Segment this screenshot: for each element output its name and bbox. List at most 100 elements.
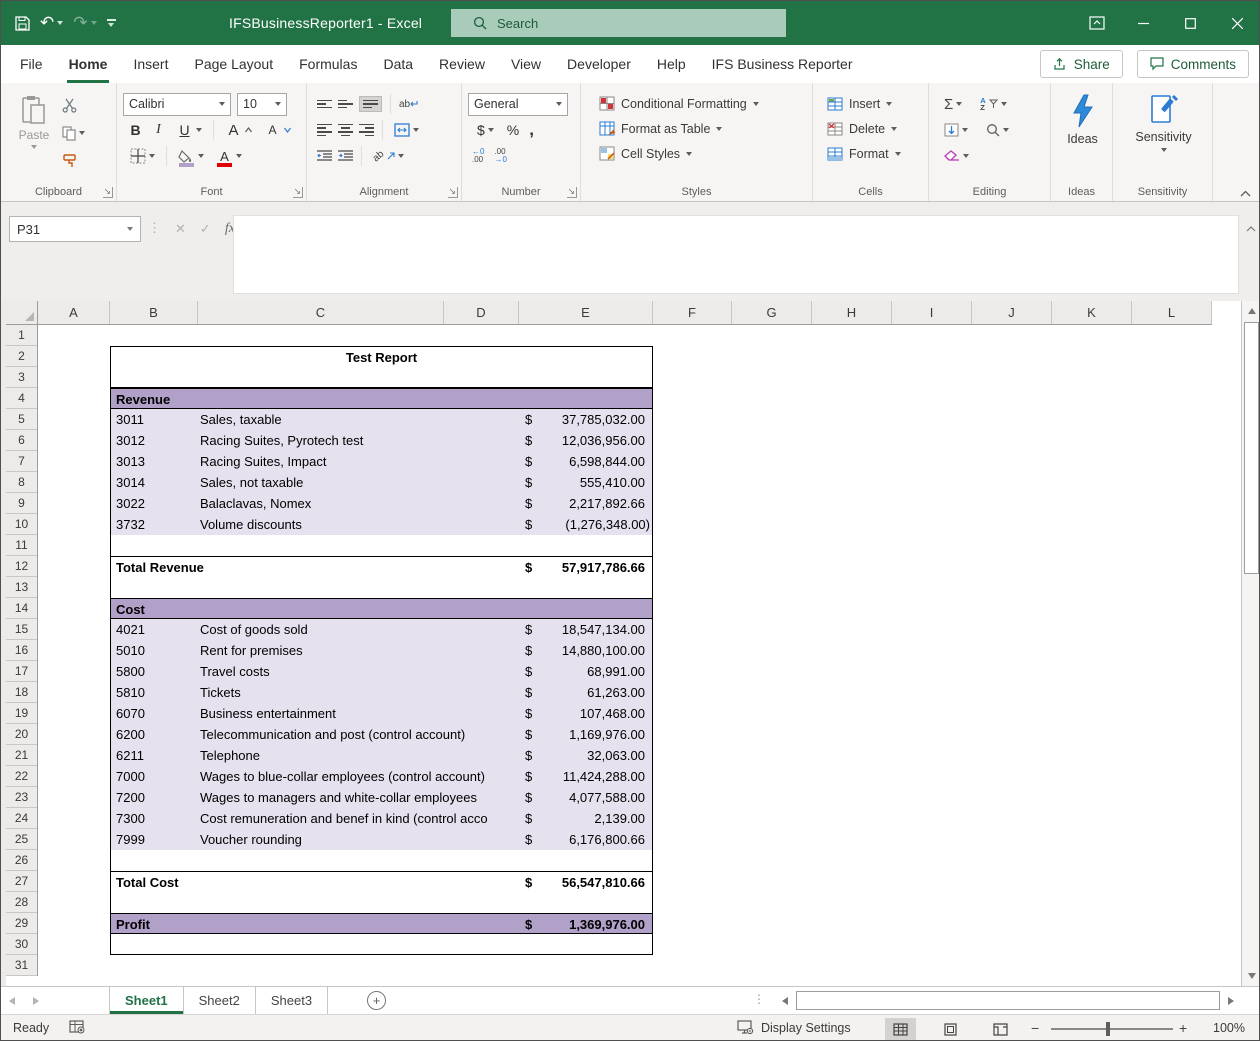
currency-cell[interactable]: $: [525, 433, 532, 448]
amount-cell[interactable]: 2,139.00: [594, 811, 645, 826]
font-color-button[interactable]: A: [213, 144, 245, 168]
merge-center-button[interactable]: [391, 118, 422, 142]
format-as-table-button[interactable]: Format as Table: [595, 116, 808, 141]
currency-cell[interactable]: $: [525, 475, 532, 490]
currency-cell[interactable]: $: [525, 917, 532, 932]
vertical-scrollbar-thumb[interactable]: [1244, 322, 1259, 574]
accounting-format-button[interactable]: $: [474, 118, 497, 142]
account-code-cell[interactable]: 5010: [116, 643, 145, 658]
account-desc-cell[interactable]: Racing Suites, Pyrotech test: [200, 433, 514, 448]
next-sheet-icon[interactable]: [33, 997, 39, 1005]
cost-row[interactable]: 7999 Voucher rounding $6,176,800.66: [110, 829, 653, 850]
undo-button[interactable]: ↶: [40, 13, 63, 33]
row-header-7[interactable]: 7: [6, 451, 37, 472]
alignment-dialog-launcher-icon[interactable]: ↘: [448, 187, 458, 198]
save-icon[interactable]: [15, 16, 30, 31]
row-header-20[interactable]: 20: [6, 724, 37, 745]
select-all-button[interactable]: [6, 301, 38, 325]
currency-cell[interactable]: $: [525, 875, 532, 890]
scroll-left-icon[interactable]: [775, 990, 795, 1011]
row-header-13[interactable]: 13: [6, 577, 37, 598]
share-button[interactable]: Share: [1040, 50, 1123, 78]
row-header-25[interactable]: 25: [6, 829, 37, 850]
account-desc-cell[interactable]: Tickets: [200, 685, 514, 700]
row-header-5[interactable]: 5: [6, 409, 37, 430]
account-desc-cell[interactable]: Wages to blue-collar employees (control …: [200, 769, 514, 784]
account-desc-cell[interactable]: Sales, taxable: [200, 412, 514, 427]
ribbon-tab-page-layout[interactable]: Page Layout: [181, 45, 286, 83]
cost-row[interactable]: 7200Wages to managers and white-collar e…: [110, 787, 653, 808]
comma-style-button[interactable]: ,: [529, 120, 534, 140]
horizontal-scrollbar-thumb[interactable]: [796, 991, 1220, 1010]
account-code-cell[interactable]: 3732: [116, 517, 145, 532]
account-code-cell[interactable]: 3022: [116, 496, 145, 511]
account-code-cell[interactable]: 6070: [116, 706, 145, 721]
clear-button[interactable]: [941, 144, 972, 168]
row-header-17[interactable]: 17: [6, 661, 37, 682]
scroll-down-icon[interactable]: [1242, 966, 1260, 986]
ribbon-tab-ifs-business-reporter[interactable]: IFS Business Reporter: [699, 45, 866, 83]
amount-cell[interactable]: 1,369,976.00: [569, 917, 645, 932]
search-box[interactable]: Search: [451, 9, 786, 37]
column-header-D[interactable]: D: [444, 301, 519, 324]
account-code-cell[interactable]: 7000: [116, 769, 145, 784]
column-header-J[interactable]: J: [972, 301, 1052, 324]
amount-cell[interactable]: 18,547,134.00: [562, 622, 645, 637]
orientation-button[interactable]: ab: [370, 144, 407, 168]
row-header-30[interactable]: 30: [6, 934, 37, 955]
account-desc-cell[interactable]: Telephone: [200, 748, 514, 763]
redo-dropdown-icon[interactable]: [91, 21, 97, 25]
paste-button[interactable]: Paste: [11, 91, 57, 183]
revenue-row[interactable]: 3022Balaclavas, Nomex$2,217,892.66: [110, 493, 653, 514]
comments-button[interactable]: Comments: [1137, 50, 1249, 78]
total-revenue-row[interactable]: Total Revenue$57,917,786.66: [110, 556, 653, 577]
column-header-E[interactable]: E: [519, 301, 653, 324]
blank-row[interactable]: [110, 577, 653, 598]
account-code-cell[interactable]: 6211: [116, 748, 144, 763]
format-cells-button[interactable]: Format: [823, 141, 924, 166]
decrease-decimal-button[interactable]: .00→0: [494, 148, 506, 165]
zoom-in-button[interactable]: +: [1179, 1020, 1187, 1036]
report-title-cell[interactable]: Test Report: [110, 346, 653, 388]
amount-cell[interactable]: 14,880,100.00: [562, 643, 645, 658]
account-code-cell[interactable]: 5810: [116, 685, 145, 700]
row-header-29[interactable]: 29: [6, 913, 37, 934]
currency-cell[interactable]: $: [525, 832, 532, 847]
autosum-button[interactable]: Σ: [941, 92, 965, 116]
column-header-K[interactable]: K: [1052, 301, 1132, 324]
total-label-cell[interactable]: Total Cost: [116, 875, 179, 890]
amount-cell[interactable]: 555,410.00: [580, 475, 645, 490]
amount-cell[interactable]: 57,917,786.66: [562, 560, 645, 575]
account-desc-cell[interactable]: Cost remuneration and benef in kind (con…: [200, 811, 514, 826]
bold-button[interactable]: B: [127, 122, 144, 138]
font-size-combo[interactable]: 10: [237, 93, 287, 116]
row-header-27[interactable]: 27: [6, 871, 37, 892]
amount-cell[interactable]: 6,598,844.00: [569, 454, 645, 469]
row-header-10[interactable]: 10: [6, 514, 37, 535]
account-desc-cell[interactable]: Business entertainment: [200, 706, 514, 721]
currency-cell[interactable]: $: [525, 412, 532, 427]
zoom-slider-track[interactable]: [1051, 1028, 1173, 1030]
copy-button[interactable]: [59, 121, 88, 145]
row-header-14[interactable]: 14: [6, 598, 37, 619]
amount-cell[interactable]: 6,176,800.66: [569, 832, 645, 847]
account-desc-cell[interactable]: Balaclavas, Nomex: [200, 496, 514, 511]
account-desc-cell[interactable]: Travel costs: [200, 664, 514, 679]
revenue-row[interactable]: 3012Racing Suites, Pyrotech test$12,036,…: [110, 430, 653, 451]
cost-row[interactable]: 5010Rent for premises$14,880,100.00: [110, 640, 653, 661]
row-header-4[interactable]: 4: [6, 388, 37, 409]
account-code-cell[interactable]: 7999: [116, 832, 145, 847]
account-code-cell[interactable]: 3011: [116, 412, 144, 427]
cost-row[interactable]: 6070Business entertainment$107,468.00: [110, 703, 653, 724]
redo-button[interactable]: ↷: [73, 13, 96, 33]
column-header-L[interactable]: L: [1132, 301, 1212, 324]
account-desc-cell[interactable]: Voucher rounding: [200, 832, 514, 847]
column-header-B[interactable]: B: [110, 301, 198, 324]
amount-cell[interactable]: 12,036,956.00: [562, 433, 645, 448]
account-code-cell[interactable]: 7300: [116, 811, 145, 826]
formula-bar-drag-handle[interactable]: ⋮: [148, 220, 161, 236]
scroll-up-icon[interactable]: [1242, 301, 1260, 321]
column-header-I[interactable]: I: [892, 301, 972, 324]
row-header-6[interactable]: 6: [6, 430, 37, 451]
increase-decimal-button[interactable]: ←0.00: [472, 148, 484, 165]
